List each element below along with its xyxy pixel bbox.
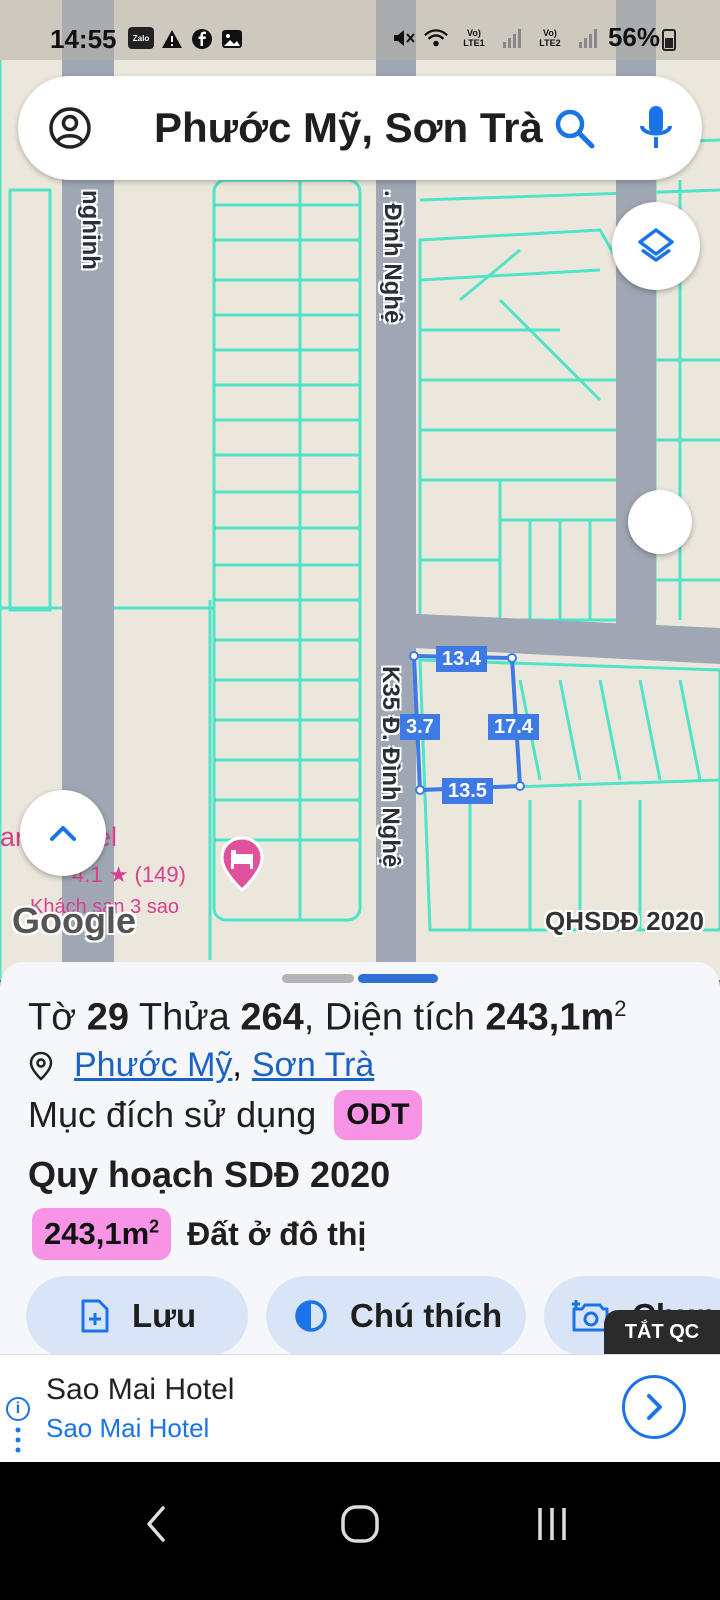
search-bar[interactable]: Phước Mỹ, Sơn Trà — [18, 76, 702, 180]
plot-dimension-bottom: 13.5 — [442, 778, 493, 804]
hotel-pin-icon[interactable] — [218, 836, 266, 892]
layers-button[interactable] — [612, 202, 700, 290]
area-unit-sup: 2 — [614, 996, 627, 1021]
battery-percent: 56% — [607, 22, 660, 52]
ad-off-button[interactable]: TẮT QC — [604, 1310, 720, 1354]
facebook-icon — [190, 27, 214, 51]
plan-title: Quy hoạch SDĐ 2020 — [28, 1154, 391, 1195]
location-row: Phước Mỹ, Sơn Trà — [28, 1046, 374, 1085]
parcel-number: 264 — [240, 996, 304, 1039]
nav-recents-button[interactable] — [522, 1494, 582, 1554]
lte1-signal-icon: Vo) LTE1 — [463, 27, 485, 48]
ad-banner[interactable]: i Sao Mai Hotel Sao Mai Hotel — [0, 1354, 720, 1462]
street-label-top: . Đình Nghệ — [379, 190, 406, 324]
land-use-purpose-row: Mục đích sử dụng ODT — [28, 1090, 422, 1140]
lte2-signal-icon: Vo) LTE2 — [539, 27, 561, 48]
ad-open-button[interactable] — [622, 1375, 686, 1439]
mute-icon — [392, 26, 416, 50]
microphone-icon[interactable] — [634, 104, 678, 152]
ward-link[interactable]: Phước Mỹ — [74, 1046, 232, 1084]
add-document-icon — [81, 1299, 109, 1333]
signal-bars-1-icon — [500, 26, 524, 50]
location-pin-icon — [29, 1051, 53, 1081]
gallery-icon — [220, 27, 244, 51]
map-layer-name: QHSDĐ 2020 — [545, 906, 704, 936]
chevron-right-icon — [647, 1394, 662, 1420]
battery-icon — [662, 29, 676, 51]
lte1-label: LTE1 — [463, 37, 485, 48]
lte2-label: LTE2 — [539, 37, 561, 48]
plan-area-sup: 2 — [149, 1216, 160, 1237]
expand-up-button[interactable] — [20, 790, 106, 876]
plot-dimension-right: 17.4 — [488, 714, 539, 740]
plan-description: Đất ở đô thị — [187, 1215, 367, 1252]
wifi-icon — [424, 26, 448, 50]
purpose-code-badge: ODT — [334, 1090, 422, 1140]
parcel-summary: Tờ 29 Thửa 264, Diện tích 243,1m2 — [28, 996, 627, 1040]
plan-area-badge: 243,1m2 — [32, 1208, 172, 1260]
layers-icon — [638, 228, 674, 262]
back-icon — [147, 1506, 165, 1542]
account-icon[interactable] — [48, 106, 92, 150]
more-vert-icon[interactable] — [15, 1427, 21, 1453]
plan-area-value: 243,1m — [44, 1216, 150, 1251]
plan-detail-row: 243,1m2 Đất ở đô thị — [32, 1208, 366, 1260]
system-nav-bar — [0, 1462, 720, 1600]
side-handle-button[interactable] — [628, 490, 692, 554]
zalo-icon: Zalo — [128, 27, 154, 49]
location-separator: , — [232, 1046, 242, 1084]
nav-home-button[interactable] — [330, 1494, 390, 1554]
sheet-number: 29 — [86, 996, 129, 1039]
nav-back-button[interactable] — [126, 1494, 186, 1554]
ad-title[interactable]: Sao Mai Hotel — [46, 1373, 234, 1407]
recents-icon — [538, 1508, 566, 1540]
parcel-prefix: Thửa — [128, 996, 241, 1039]
area-value: 243,1m — [485, 996, 615, 1039]
save-button[interactable]: Lưu — [26, 1276, 248, 1356]
search-query[interactable]: Phước Mỹ, Sơn Trà — [154, 104, 543, 152]
street-label-left: nghinh — [77, 190, 104, 270]
ad-subtitle[interactable]: Sao Mai Hotel — [46, 1413, 209, 1444]
warning-icon — [160, 27, 184, 51]
google-logo: Google — [12, 900, 136, 941]
sheet-prefix: Tờ — [28, 996, 87, 1039]
save-label: Lưu — [132, 1297, 197, 1334]
ad-info-icon[interactable]: i — [6, 1397, 30, 1421]
search-icon[interactable] — [552, 106, 596, 150]
legend-label: Chú thích — [350, 1297, 503, 1334]
signal-bars-2-icon — [576, 26, 600, 50]
home-icon — [341, 1505, 379, 1543]
purpose-label: Mục đích sử dụng — [28, 1094, 317, 1135]
status-bar: 14:55 Zalo Vo) LTE1 Vo) LTE2 56% — [0, 0, 720, 60]
district-link[interactable]: Sơn Trà — [252, 1046, 374, 1085]
plot-dimension-left: 3.7 — [400, 714, 440, 740]
sheet-page-indicator — [358, 974, 438, 983]
plot-dimension-top: 13.4 — [436, 646, 487, 672]
status-time: 14:55 — [50, 24, 117, 54]
contrast-icon — [295, 1300, 327, 1332]
legend-button[interactable]: Chú thích — [266, 1276, 526, 1356]
street-label-bottom: K35 Đ. Đình Nghệ — [377, 666, 404, 868]
sheet-handle[interactable] — [282, 974, 354, 983]
chevron-up-icon — [50, 826, 76, 841]
area-prefix: , Diện tích — [303, 996, 486, 1039]
